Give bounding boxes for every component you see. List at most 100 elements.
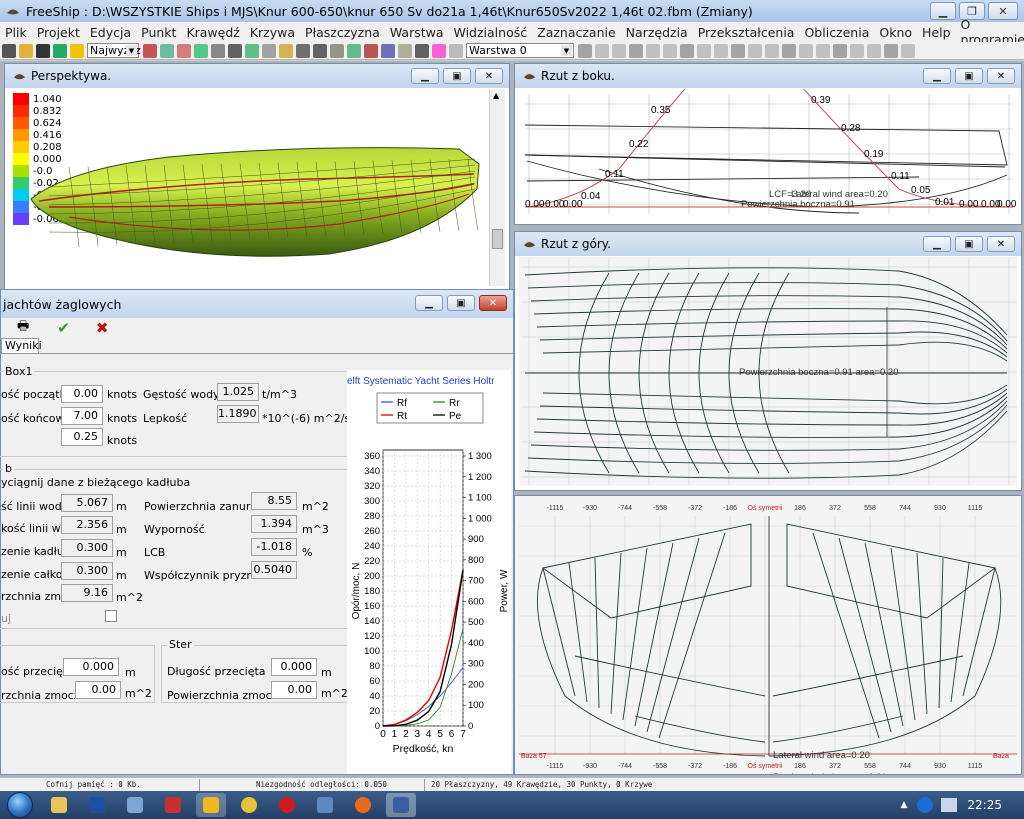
toolbar-button-icon[interactable] [35,43,50,58]
child-maximize-button[interactable]: ▣ [955,236,983,252]
toolbar-button-icon[interactable] [798,43,813,58]
side-view-viewport[interactable]: 0.35 0.39 0.28 0.22 0.19 0.11 0.11 0.04 0.05 0.01… [519,89,1017,220]
perspective-window[interactable]: Perspektywa. ▁ ▣ ✕ 1.040 0.832 0.624 0.416 0.2… [4,63,510,291]
toolbar-button-icon[interactable] [1,43,16,58]
toolbar-button-icon[interactable] [176,43,191,58]
child-maximize-button[interactable]: ▣ [443,68,471,84]
tab-wyniki[interactable]: Wyniki [1,338,42,354]
toolbar-button-icon[interactable] [628,43,643,58]
perspective-viewport[interactable]: 1.040 0.832 0.624 0.416 0.208 0.000 -0.0 -0.02-… [9,89,505,286]
child-maximize-button[interactable]: ▣ [955,68,983,84]
toolbar-button-icon[interactable] [18,43,33,58]
top-view-window[interactable]: Rzut z góry. ▁ ▣ ✕ Powierzchnia boczna=0.9… [514,231,1022,491]
taskbar-freeship-icon[interactable] [386,793,416,817]
menu-7[interactable]: Warstwa [385,25,449,40]
menu-9[interactable]: Zaznaczanie [532,25,621,40]
get-hull-data-link[interactable]: yciągnij dane z bieżącego kadłuba [1,476,190,489]
network-icon[interactable] [941,798,958,812]
toolbar-button-icon[interactable] [594,43,609,58]
keel-area-field[interactable]: 0.00 [75,681,121,699]
dialog-minimize-button[interactable]: ▁ [415,295,443,311]
menu-2[interactable]: Edycja [85,25,136,40]
toolbar-button-icon[interactable] [210,43,225,58]
child-close-button[interactable]: ✕ [987,68,1015,84]
menu-0[interactable]: Plik [0,25,32,40]
print-icon[interactable]: 🖶 [17,317,29,339]
view-select[interactable]: Najwyższ ▼ [87,43,141,58]
clock[interactable]: 22:25 [957,798,1024,812]
lcb-field[interactable]: -1.018 [251,538,297,556]
menu-5[interactable]: Krzywa [245,25,300,40]
toolbar-button-icon[interactable] [363,43,378,58]
toolbar-button-icon[interactable] [849,43,864,58]
menu-6[interactable]: Płaszczyzna [300,25,385,40]
minimize-button[interactable]: ▁ [930,2,956,20]
toolbar-button-icon[interactable] [832,43,847,58]
toolbar-button-icon[interactable] [380,43,395,58]
taskbar-firefox-icon[interactable] [348,793,378,817]
menu-10[interactable]: Narzędzia [621,25,693,40]
side-view-window[interactable]: Rzut z boku. ▁ ▣ ✕ 0.35 0.39 0.28 0.22 0.19 0.1… [514,63,1022,225]
toolbar-button-icon[interactable] [261,43,276,58]
menu-14[interactable]: Help [917,25,956,40]
toolbar-button-icon[interactable] [730,43,745,58]
child-minimize-button[interactable]: ▁ [923,236,951,252]
taskbar-shield-icon[interactable] [82,793,112,817]
toolbar-button-icon[interactable] [781,43,796,58]
toolbar-button-icon[interactable] [900,43,915,58]
toolbar-button-icon[interactable] [397,43,412,58]
toolbar-button-icon[interactable] [227,43,242,58]
wetted-surface-field[interactable]: 8.55 [251,492,297,510]
toolbar-button-icon[interactable] [52,43,67,58]
child-minimize-button[interactable]: ▁ [923,68,951,84]
child-close-button[interactable]: ✕ [475,68,503,84]
rudder-area-field[interactable]: 0.00 [271,681,317,699]
toolbar-button-icon[interactable] [815,43,830,58]
toolbar-button-icon[interactable] [679,43,694,58]
toolbar-button-icon[interactable] [193,43,208,58]
lwl-field[interactable]: 5.067 [61,494,113,512]
menu-12[interactable]: Obliczenia [799,25,874,40]
toolbar-button-icon[interactable] [764,43,779,58]
toolbar-button-icon[interactable] [295,43,310,58]
dialog-maximize-button[interactable]: ▣ [447,295,475,311]
toolbar-button-icon[interactable] [448,43,463,58]
toolbar-button-icon[interactable] [312,43,327,58]
menu-3[interactable]: Punkt [136,25,181,40]
start-button[interactable] [0,791,40,819]
toolbar-button-icon[interactable] [431,43,446,58]
toolbar-button-icon[interactable] [866,43,881,58]
layer-select[interactable]: Warstwa 0 ▼ [466,43,574,58]
toolbar-button-icon[interactable] [159,43,174,58]
scrollbar-thumb[interactable] [492,229,503,249]
toolbar-button-icon[interactable] [329,43,344,58]
taskbar-opera-icon[interactable] [272,793,302,817]
tray-arrow-icon[interactable]: ▲ [900,800,907,810]
speed-start-field[interactable]: 0.00 [61,385,103,403]
menu-13[interactable]: Okno [874,25,917,40]
toolbar-button-icon[interactable] [645,43,660,58]
menu-1[interactable]: Projekt [32,25,85,40]
dialog-close-button[interactable]: ✕ [479,295,507,311]
viscosity-field[interactable]: 1.1890 [217,405,259,423]
displacement-field[interactable]: 1.394 [251,515,297,533]
toolbar-button-icon[interactable] [142,43,157,58]
toolbar-button-icon[interactable] [713,43,728,58]
tray-app-icon[interactable] [917,797,934,813]
total-draft-field[interactable]: 0.300 [61,562,113,580]
toolbar-button-icon[interactable] [611,43,626,58]
taskbar-app2-icon[interactable] [158,793,188,817]
vertical-scrollbar[interactable]: ▲ [489,89,505,286]
hull-draft-field[interactable]: 0.300 [61,539,113,557]
bwl-field[interactable]: 2.356 [61,516,113,534]
toolbar-button-icon[interactable] [747,43,762,58]
toolbar-button-icon[interactable] [244,43,259,58]
toolbar-button-icon[interactable] [662,43,677,58]
density-field[interactable]: 1.025 [217,383,259,401]
taskbar-paint-icon[interactable] [196,793,226,817]
speed-end-field[interactable]: 7.00 [61,407,103,425]
wetted-area-field[interactable]: 9.16 [61,584,113,602]
toolbar-button-icon[interactable] [414,43,429,58]
taskbar-explorer-icon[interactable] [44,793,74,817]
ok-check-icon[interactable]: ✔ [57,319,70,337]
